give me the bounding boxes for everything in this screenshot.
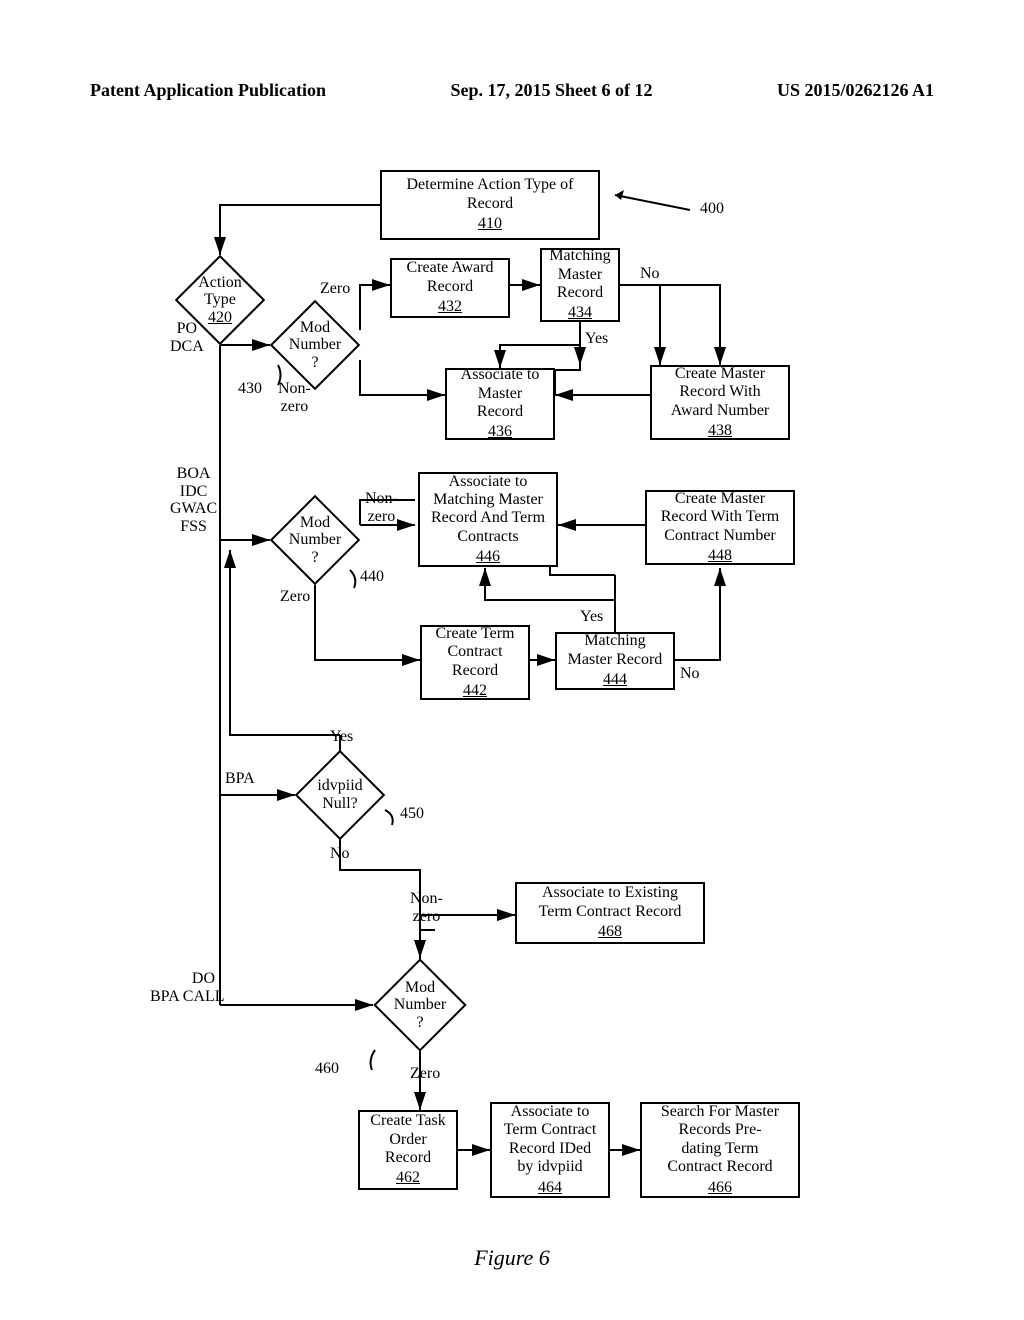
box-text: Create TermContractRecord — [436, 625, 515, 680]
process-create-master-record-award-number: Create MasterRecord WithAward Number 438 — [650, 365, 790, 440]
box-text: MatchingMaster Record — [568, 632, 663, 669]
page-header: Patent Application Publication Sep. 17, … — [0, 80, 1024, 101]
decision-idvpiid-null: idvpiidNull? — [295, 750, 385, 840]
ref-466: 466 — [708, 1179, 732, 1197]
box-text: Create TaskOrderRecord — [370, 1112, 445, 1167]
ref-440: 440 — [360, 568, 384, 586]
ref-432: 432 — [438, 298, 462, 316]
ref-436: 436 — [488, 423, 512, 441]
box-text: Create MasterRecord WithAward Number — [671, 365, 770, 420]
ref-442: 442 — [463, 682, 487, 700]
edge-label-yes-434: Yes — [585, 330, 608, 348]
edge-label-zero-430: Zero — [320, 280, 350, 298]
ref-462: 462 — [396, 1169, 420, 1187]
box-text: MatchingMasterRecord — [549, 247, 610, 302]
edge-label-nonzero-460: Non-zero — [410, 890, 443, 925]
decision-mod-number-440: ModNumber? — [270, 495, 360, 585]
process-create-term-contract-record: Create TermContractRecord 442 — [420, 625, 530, 700]
edge-label-boa-idc-gwac-fss: BOAIDCGWACFSS — [170, 465, 217, 535]
process-create-master-record-term-contract-number: Create MasterRecord With TermContract Nu… — [645, 490, 795, 565]
ref-444: 444 — [603, 671, 627, 689]
edge-label-no-434: No — [640, 265, 660, 283]
box-text: Determine Action Type ofRecord — [407, 176, 574, 213]
ref-438: 438 — [708, 422, 732, 440]
process-search-master-records-predating: Search For MasterRecords Pre-dating Term… — [640, 1102, 800, 1198]
process-associate-term-contract-idvpiid: Associate toTerm ContractRecord IDedby i… — [490, 1102, 610, 1198]
ref-450: 450 — [400, 805, 424, 823]
ref-430: 430 — [238, 380, 262, 398]
process-determine-action-type: Determine Action Type ofRecord 410 — [380, 170, 600, 240]
box-text: Associate to ExistingTerm Contract Recor… — [539, 884, 682, 921]
ref-448: 448 — [708, 547, 732, 565]
box-text: Create MasterRecord With TermContract Nu… — [661, 490, 780, 545]
decision-mod-number-460: ModNumber? — [373, 958, 467, 1052]
process-associate-to-master-record: Associate toMasterRecord 436 — [445, 368, 555, 440]
header-center: Sep. 17, 2015 Sheet 6 of 12 — [451, 80, 653, 101]
ref-446: 446 — [476, 548, 500, 566]
edge-label-do-bpacall: DOBPA CALL — [150, 970, 215, 1005]
process-matching-master-record-444: MatchingMaster Record 444 — [555, 632, 675, 690]
process-create-award-record: Create AwardRecord 432 — [390, 258, 510, 318]
edge-label-zero-440: Zero — [280, 588, 310, 606]
edge-label-po-dca: PODCA — [170, 320, 204, 355]
edge-label-bpa: BPA — [225, 770, 255, 788]
ref-434: 434 — [568, 304, 592, 322]
edge-label-nonzero-440: Non-zero — [365, 490, 398, 525]
box-text: Associate toMatching MasterRecord And Te… — [431, 473, 545, 547]
edge-label-no-444: No — [680, 665, 700, 683]
edge-label-yes-450: Yes — [330, 728, 353, 746]
figure-caption: Figure 6 — [0, 1245, 1024, 1271]
header-left: Patent Application Publication — [90, 80, 326, 101]
ref-410: 410 — [478, 215, 502, 233]
flowchart-canvas: Determine Action Type ofRecord 410 400 A… — [220, 170, 930, 1230]
box-text: Search For MasterRecords Pre-dating Term… — [661, 1103, 779, 1177]
edge-label-nonzero-430: Non-zero — [278, 380, 311, 415]
process-associate-existing-term-contract-record: Associate to ExistingTerm Contract Recor… — [515, 882, 705, 944]
ref-460: 460 — [315, 1060, 339, 1078]
edge-label-zero-460: Zero — [410, 1065, 440, 1083]
box-text: Create AwardRecord — [407, 259, 494, 296]
process-matching-master-record-434: MatchingMasterRecord 434 — [540, 248, 620, 322]
header-right: US 2015/0262126 A1 — [777, 80, 934, 101]
box-text: Associate toMasterRecord — [461, 366, 540, 421]
ref-464: 464 — [538, 1179, 562, 1197]
ref-468: 468 — [598, 923, 622, 941]
box-text: Associate toTerm ContractRecord IDedby i… — [504, 1103, 597, 1177]
edge-label-yes-444: Yes — [580, 608, 603, 626]
process-create-task-order-record: Create TaskOrderRecord 462 — [358, 1110, 458, 1190]
edge-label-no-450: No — [330, 845, 350, 863]
decision-mod-number-430: ModNumber? — [270, 300, 360, 390]
process-associate-matching-master-term-contracts: Associate toMatching MasterRecord And Te… — [418, 472, 558, 567]
ref-400: 400 — [700, 200, 724, 218]
